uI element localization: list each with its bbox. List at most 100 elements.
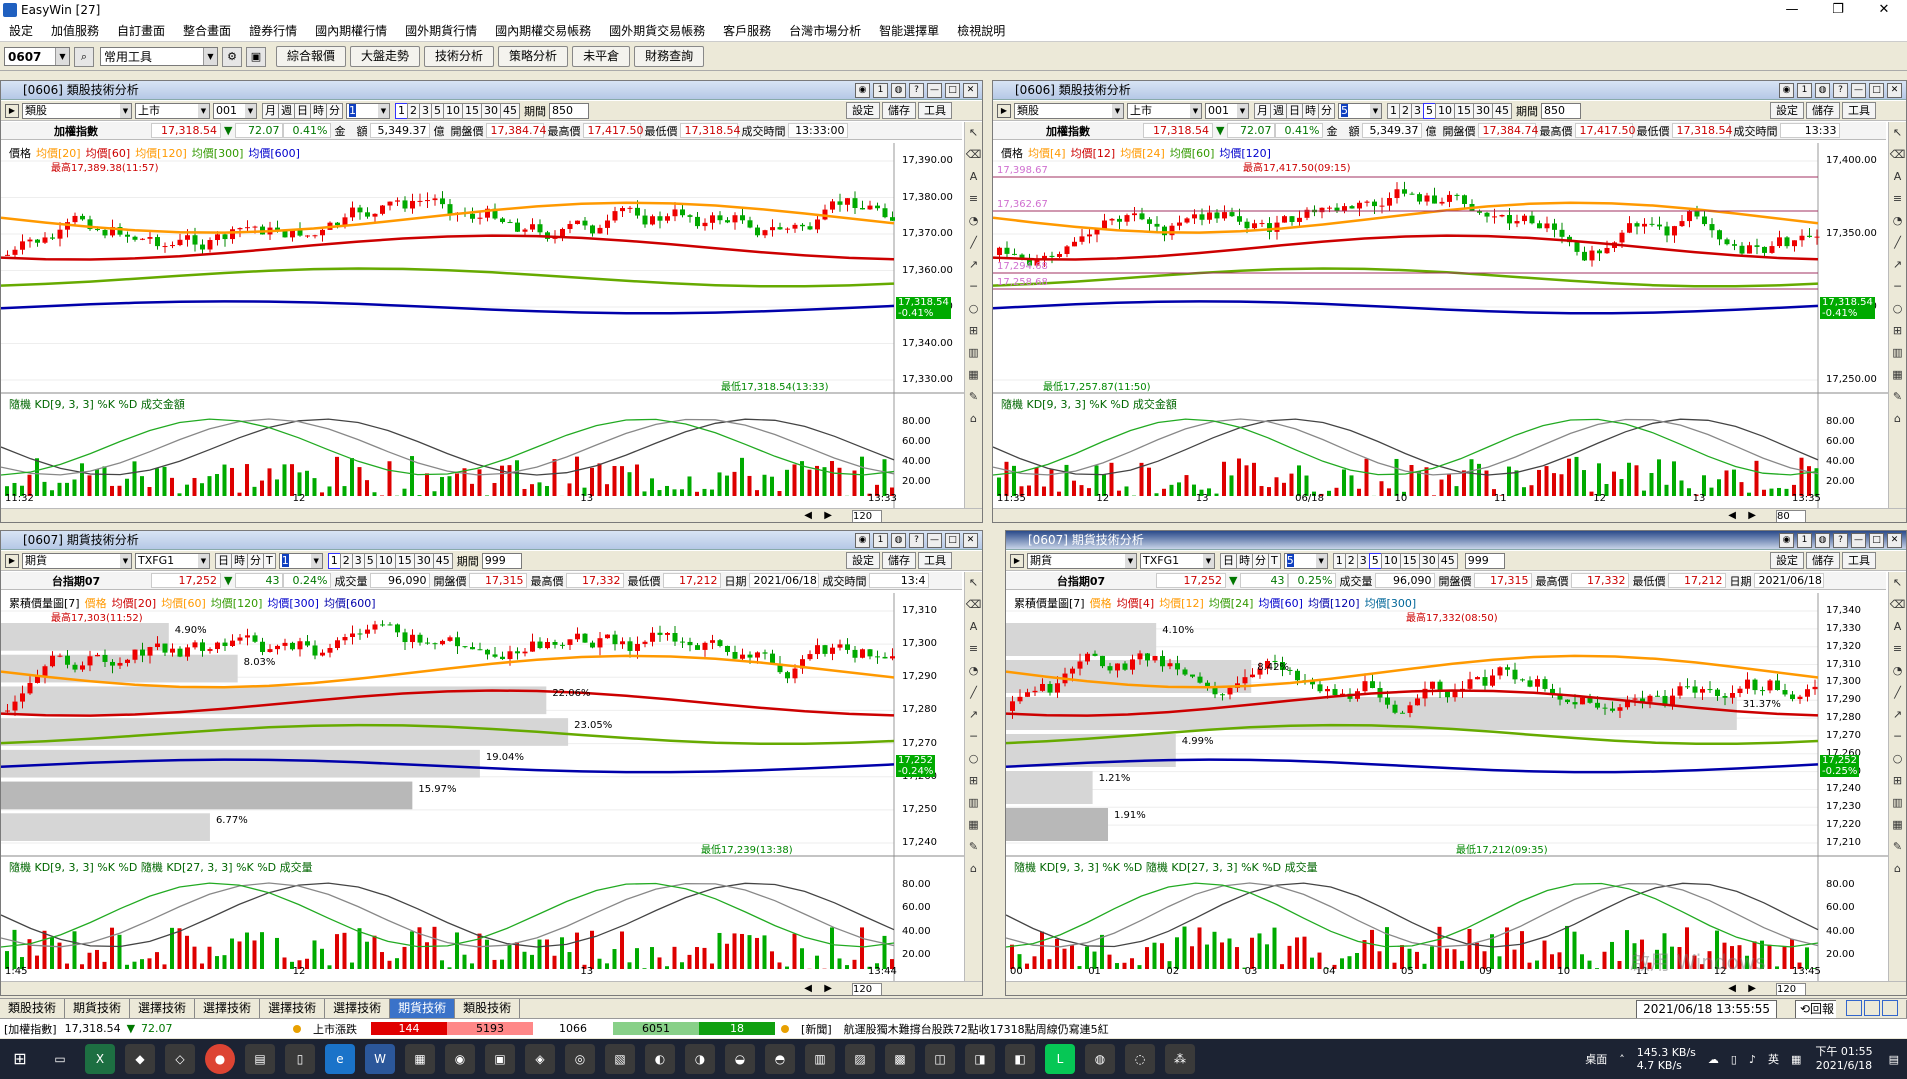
- play-icon[interactable]: ▶: [5, 553, 19, 568]
- zoom-value[interactable]: 80: [1776, 510, 1806, 522]
- panel-button[interactable]: 設定: [846, 102, 880, 119]
- file-icon[interactable]: ▯: [285, 1044, 315, 1074]
- code-select[interactable]: 001 ▼: [213, 102, 257, 119]
- panel-button[interactable]: 設定: [1770, 102, 1804, 119]
- bottom-tab[interactable]: 選擇技術: [130, 999, 196, 1018]
- period-count-select[interactable]: 1 ▼: [278, 552, 323, 569]
- pointer-icon[interactable]: ↖: [965, 122, 982, 144]
- menu-item[interactable]: 設定: [0, 22, 42, 39]
- line-icon[interactable]: ╱: [1889, 682, 1906, 704]
- menu-item[interactable]: 自訂畫面: [108, 22, 174, 39]
- lock-icon[interactable]: ⌂: [965, 858, 982, 880]
- gear-icon[interactable]: ⚙: [222, 46, 242, 67]
- hline2-icon[interactable]: ─: [965, 276, 982, 298]
- chevron-down-icon[interactable]: ▼: [1315, 553, 1327, 568]
- interval-button[interactable]: 30: [1473, 102, 1493, 119]
- chart-icon[interactable]: ◍: [891, 533, 906, 548]
- hline2-icon[interactable]: ─: [1889, 726, 1906, 748]
- menu-item[interactable]: 國外期貨交易帳務: [600, 22, 714, 39]
- palette-icon[interactable]: ◔: [965, 210, 982, 232]
- period-button[interactable]: 月: [1254, 102, 1271, 119]
- restore-button[interactable]: ❐: [1815, 0, 1861, 20]
- edge-icon[interactable]: e: [325, 1044, 355, 1074]
- app-icon[interactable]: ◒: [725, 1044, 755, 1074]
- fib-icon[interactable]: ⊞: [1889, 770, 1906, 792]
- interval-button[interactable]: 15: [1399, 552, 1420, 569]
- type-select[interactable]: 期貨 ▼: [22, 552, 132, 569]
- circle-icon[interactable]: ○: [965, 298, 982, 320]
- period-button[interactable]: 時: [231, 552, 248, 569]
- scroll-left-icon[interactable]: ◀: [804, 983, 812, 994]
- cloud-icon[interactable]: ☁: [1702, 1053, 1725, 1066]
- toolbar-button[interactable]: 財務查詢: [634, 46, 705, 67]
- circle-icon[interactable]: ○: [965, 748, 982, 770]
- type-select[interactable]: 類股 ▼: [1014, 102, 1124, 119]
- network-icon[interactable]: ▯: [1725, 1053, 1743, 1066]
- hline-icon[interactable]: ≡: [1889, 638, 1906, 660]
- interval-button[interactable]: 10: [375, 552, 396, 569]
- tools-select[interactable]: 常用工具 ▼: [100, 47, 218, 66]
- period-button[interactable]: T: [263, 552, 276, 569]
- chevron-down-icon[interactable]: ▼: [198, 103, 209, 118]
- period-button[interactable]: 時: [1302, 102, 1319, 119]
- play-icon[interactable]: ▶: [997, 103, 1011, 118]
- bottom-tab[interactable]: 期貨技術: [390, 999, 456, 1018]
- app-icon[interactable]: ▣: [485, 1044, 515, 1074]
- pen-icon[interactable]: ✎: [965, 836, 982, 858]
- interval-button[interactable]: 10: [1435, 102, 1455, 119]
- app-icon[interactable]: ◫: [925, 1044, 955, 1074]
- help-icon[interactable]: ?: [1833, 83, 1848, 98]
- pointer-icon[interactable]: ↖: [965, 572, 982, 594]
- app-icon[interactable]: ◌: [1125, 1044, 1155, 1074]
- app-icon[interactable]: ◉: [445, 1044, 475, 1074]
- news-headline[interactable]: 航運股獨木難撐台股跌72點收17318點周線仍寫連5紅: [838, 1021, 1115, 1037]
- panel-button[interactable]: 工具: [918, 552, 952, 569]
- hline-icon[interactable]: ≡: [965, 188, 982, 210]
- info-icon[interactable]: 1: [1797, 83, 1812, 98]
- interval-button[interactable]: 45: [432, 552, 453, 569]
- panel-button[interactable]: 儲存: [1806, 552, 1840, 569]
- help-icon[interactable]: ?: [909, 83, 924, 98]
- windows-start-icon[interactable]: ⊞: [5, 1044, 35, 1074]
- info-icon[interactable]: 1: [1797, 533, 1812, 548]
- menu-item[interactable]: 整合畫面: [174, 22, 240, 39]
- minimize-icon[interactable]: —: [927, 83, 942, 98]
- period-button[interactable]: 分: [1318, 102, 1335, 119]
- chevron-down-icon[interactable]: ▼: [378, 103, 389, 118]
- pointer-icon[interactable]: ↖: [1889, 122, 1906, 144]
- price-chart[interactable]: [1006, 593, 1888, 981]
- layout-icon[interactable]: [1882, 1000, 1898, 1016]
- interval-button[interactable]: 45: [1437, 552, 1458, 569]
- line-icon[interactable]: ╱: [1889, 232, 1906, 254]
- clock[interactable]: 下午 01:55 2021/6/18: [1807, 1045, 1880, 1073]
- text-icon[interactable]: A: [965, 616, 982, 638]
- interval-button[interactable]: 15: [462, 102, 482, 119]
- panel-button[interactable]: 設定: [846, 552, 880, 569]
- lock-icon[interactable]: ⌂: [1889, 858, 1906, 880]
- play-icon[interactable]: ▶: [1010, 553, 1024, 568]
- layout-icon[interactable]: [1846, 1000, 1862, 1016]
- eraser-icon[interactable]: ⌫: [965, 144, 982, 166]
- zoom-value[interactable]: 120: [852, 510, 882, 522]
- eraser-icon[interactable]: ⌫: [1889, 594, 1906, 616]
- chevron-down-icon[interactable]: ▼: [1190, 103, 1201, 118]
- chevron-down-icon[interactable]: ▼: [245, 103, 256, 118]
- interval-button[interactable]: 45: [500, 102, 520, 119]
- period-button[interactable]: 週: [278, 102, 295, 119]
- fib-icon[interactable]: ⊞: [965, 320, 982, 342]
- period-count-select[interactable]: 5 ▼: [1283, 552, 1328, 569]
- interval-button[interactable]: 45: [1492, 102, 1512, 119]
- period-button[interactable]: 日: [1220, 552, 1237, 569]
- scroll-left-icon[interactable]: ◀: [804, 510, 812, 521]
- bottom-tab[interactable]: 選擇技術: [260, 999, 326, 1018]
- app-icon[interactable]: ▤: [245, 1044, 275, 1074]
- toolbar-button[interactable]: 大盤走勢: [350, 46, 421, 67]
- pointer-icon[interactable]: ↖: [1889, 572, 1906, 594]
- app-icon[interactable]: ◈: [525, 1044, 555, 1074]
- line-icon[interactable]: L: [1045, 1044, 1075, 1074]
- bars-icon[interactable]: ▥: [965, 342, 982, 364]
- ray-icon[interactable]: ↗: [1889, 704, 1906, 726]
- lock-icon[interactable]: ⌂: [1889, 408, 1906, 430]
- hline2-icon[interactable]: ─: [965, 726, 982, 748]
- chevron-down-icon[interactable]: ▼: [1237, 103, 1248, 118]
